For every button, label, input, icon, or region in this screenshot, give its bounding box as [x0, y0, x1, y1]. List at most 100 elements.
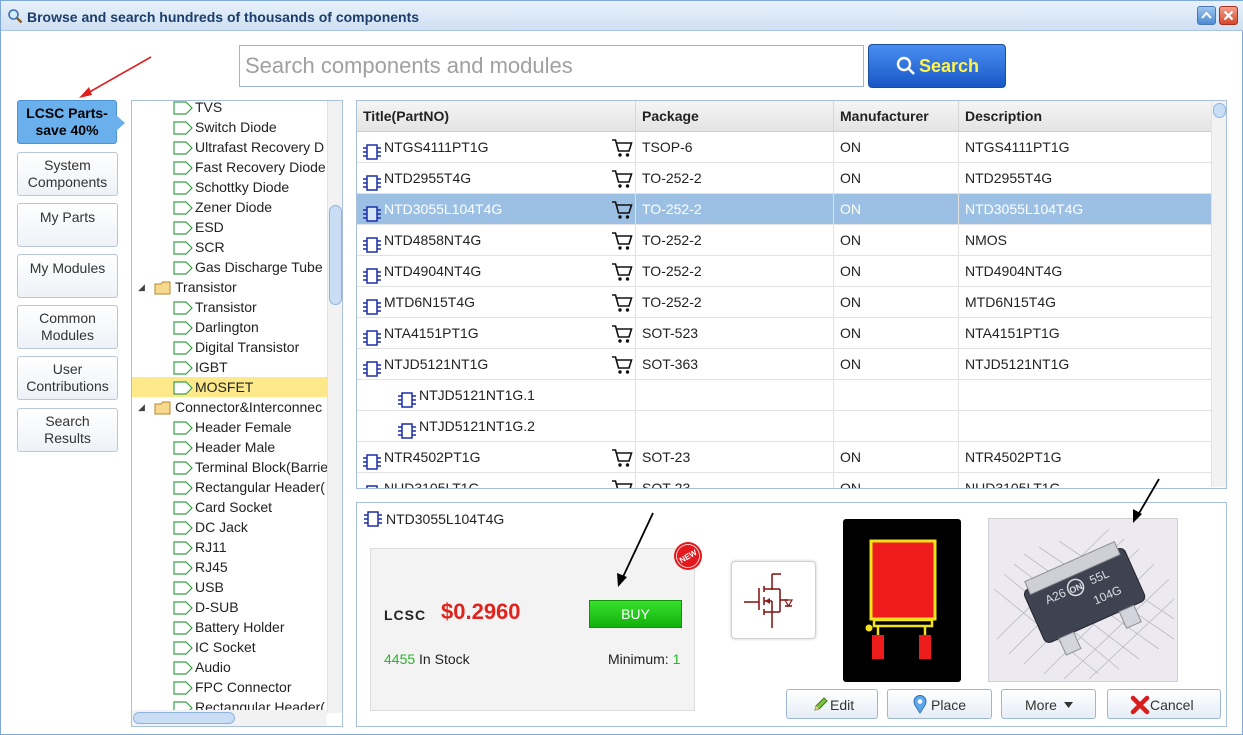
nav-system-components[interactable]: System Components: [17, 152, 118, 196]
tree-item[interactable]: Audio: [132, 657, 329, 677]
nav-common-modules[interactable]: Common Modules: [17, 305, 118, 349]
cart-icon[interactable]: [611, 324, 633, 344]
cart-icon[interactable]: [611, 138, 633, 158]
tree-item[interactable]: Header Male: [132, 437, 329, 457]
tree-item[interactable]: Transistor: [132, 297, 329, 317]
edit-button[interactable]: Edit: [786, 689, 878, 719]
column-header-description[interactable]: Description: [959, 101, 1212, 132]
cart-icon[interactable]: [611, 169, 633, 189]
tree-item[interactable]: ESD: [132, 217, 329, 237]
cart-icon[interactable]: [611, 200, 633, 220]
search-button[interactable]: Search: [868, 44, 1006, 88]
minimize-button[interactable]: [1197, 6, 1216, 25]
scroll-thumb[interactable]: [329, 205, 342, 305]
cell-part: NTD4904NT4G: [357, 256, 636, 287]
tree-vertical-scrollbar[interactable]: [327, 101, 342, 713]
tag-icon: [173, 340, 193, 355]
tree-item[interactable]: USB: [132, 577, 329, 597]
footprint-preview[interactable]: [843, 519, 961, 682]
nav-my-modules[interactable]: My Modules: [17, 254, 118, 298]
scroll-thumb[interactable]: [1213, 103, 1226, 118]
search-input[interactable]: [239, 45, 864, 87]
tree-item[interactable]: FPC Connector: [132, 677, 329, 697]
tree-item[interactable]: TVS: [132, 101, 329, 117]
part-number: NTD3055L104T4G: [384, 201, 503, 217]
column-header-package[interactable]: Package: [636, 101, 834, 132]
tree-item[interactable]: Switch Diode: [132, 117, 329, 137]
table-row[interactable]: NTA4151PT1G SOT-523 ON NTA4151PT1G: [357, 318, 1212, 349]
tree-item-label: Transistor: [175, 279, 237, 295]
tree-item[interactable]: RJ11: [132, 537, 329, 557]
place-button[interactable]: Place: [887, 689, 992, 719]
more-button-label: More: [1025, 697, 1057, 713]
table-row[interactable]: NTGS4111PT1G TSOP-6 ON NTGS4111PT1G: [357, 132, 1212, 163]
tree-item[interactable]: IGBT: [132, 357, 329, 377]
more-button[interactable]: More: [1001, 689, 1096, 719]
column-header-manufacturer[interactable]: Manufacturer: [834, 101, 959, 132]
part-photo[interactable]: ON A26 55L 104G: [988, 518, 1178, 682]
nav-user-contributions[interactable]: User Contributions: [17, 356, 118, 400]
tree-item[interactable]: Darlington: [132, 317, 329, 337]
tree-item[interactable]: Terminal Block(Barrie: [132, 457, 329, 477]
tag-icon: [173, 180, 193, 195]
tree-item[interactable]: D-SUB: [132, 597, 329, 617]
close-button[interactable]: [1219, 6, 1238, 25]
tree-item[interactable]: Digital Transistor: [132, 337, 329, 357]
grid-vertical-scrollbar[interactable]: [1211, 101, 1226, 487]
cell-description: NUD3105LT1G: [965, 480, 1061, 489]
tree-item[interactable]: Schottky Diode: [132, 177, 329, 197]
cart-icon[interactable]: [611, 262, 633, 282]
tree-item[interactable]: MOSFET: [132, 377, 329, 397]
tree-item[interactable]: Gas Discharge Tube: [132, 257, 329, 277]
tree-item[interactable]: IC Socket: [132, 637, 329, 657]
table-row[interactable]: NTD2955T4G TO-252-2 ON NTD2955T4G: [357, 163, 1212, 194]
stock-count: 4455: [384, 651, 416, 667]
table-row[interactable]: NTD4904NT4G TO-252-2 ON NTD4904NT4G: [357, 256, 1212, 287]
tree-item[interactable]: Rectangular Header(: [132, 477, 329, 497]
table-row[interactable]: NTD4858NT4G TO-252-2 ON NMOS: [357, 225, 1212, 256]
table-row[interactable]: NTR4502PT1G SOT-23 ON NTR4502PT1G: [357, 442, 1212, 473]
table-row[interactable]: NUD3105LT1G SOT-23 ON NUD3105LT1G: [357, 473, 1212, 489]
cart-icon[interactable]: [611, 355, 633, 375]
nav-search-results[interactable]: Search Results: [17, 408, 118, 452]
nav-my-parts[interactable]: My Parts: [17, 203, 118, 247]
tree-item[interactable]: DC Jack: [132, 517, 329, 537]
tree-item[interactable]: Card Socket: [132, 497, 329, 517]
column-header-title[interactable]: Title(PartNO): [357, 101, 636, 132]
buy-button[interactable]: BUY: [589, 600, 682, 628]
expand-arrow-icon[interactable]: ◢: [138, 277, 148, 297]
table-row[interactable]: NTJD5121NT1G.1: [357, 380, 1212, 411]
table-row[interactable]: MTD6N15T4G TO-252-2 ON MTD6N15T4G: [357, 287, 1212, 318]
cart-icon[interactable]: [611, 448, 633, 468]
schematic-symbol-preview[interactable]: [731, 561, 816, 639]
stock-label: In Stock: [415, 651, 470, 667]
red-arrow-annotation: [79, 56, 152, 98]
tree-folder[interactable]: ◢ Connector&Interconnec: [132, 397, 329, 417]
chevron-up-icon: [1201, 11, 1212, 19]
cart-icon[interactable]: [611, 479, 633, 488]
cart-icon[interactable]: [611, 231, 633, 251]
expand-arrow-icon[interactable]: ◢: [138, 397, 148, 417]
scroll-thumb[interactable]: [133, 712, 235, 724]
detail-part-number: NTD3055L104T4G: [386, 511, 505, 527]
tree-item[interactable]: Battery Holder: [132, 617, 329, 637]
minimum-label: Minimum:: [608, 651, 673, 667]
cart-icon[interactable]: [611, 293, 633, 313]
cell-description: NTJD5121NT1G: [965, 356, 1070, 372]
tree-item[interactable]: Zener Diode: [132, 197, 329, 217]
cancel-button[interactable]: Cancel: [1107, 689, 1221, 719]
tree-folder[interactable]: ◢ Transistor: [132, 277, 329, 297]
pencil-icon: [814, 697, 828, 711]
tree-item[interactable]: Ultrafast Recovery D: [132, 137, 329, 157]
table-row[interactable]: NTD3055L104T4G TO-252-2 ON NTD3055L104T4G: [357, 194, 1212, 225]
tree-item[interactable]: Fast Recovery Diode: [132, 157, 329, 177]
tree-item[interactable]: SCR: [132, 237, 329, 257]
table-row[interactable]: NTJD5121NT1G SOT-363 ON NTJD5121NT1G: [357, 349, 1212, 380]
table-row[interactable]: NTJD5121NT1G.2: [357, 411, 1212, 442]
tree-item-label: RJ45: [195, 559, 228, 575]
tree-item[interactable]: RJ45: [132, 557, 329, 577]
tree-item[interactable]: Header Female: [132, 417, 329, 437]
cell-part: NTR4502PT1G: [357, 442, 636, 473]
nav-lcsc-parts[interactable]: LCSC Parts- save 40%: [17, 100, 125, 144]
tree-horizontal-scrollbar[interactable]: [132, 710, 327, 726]
